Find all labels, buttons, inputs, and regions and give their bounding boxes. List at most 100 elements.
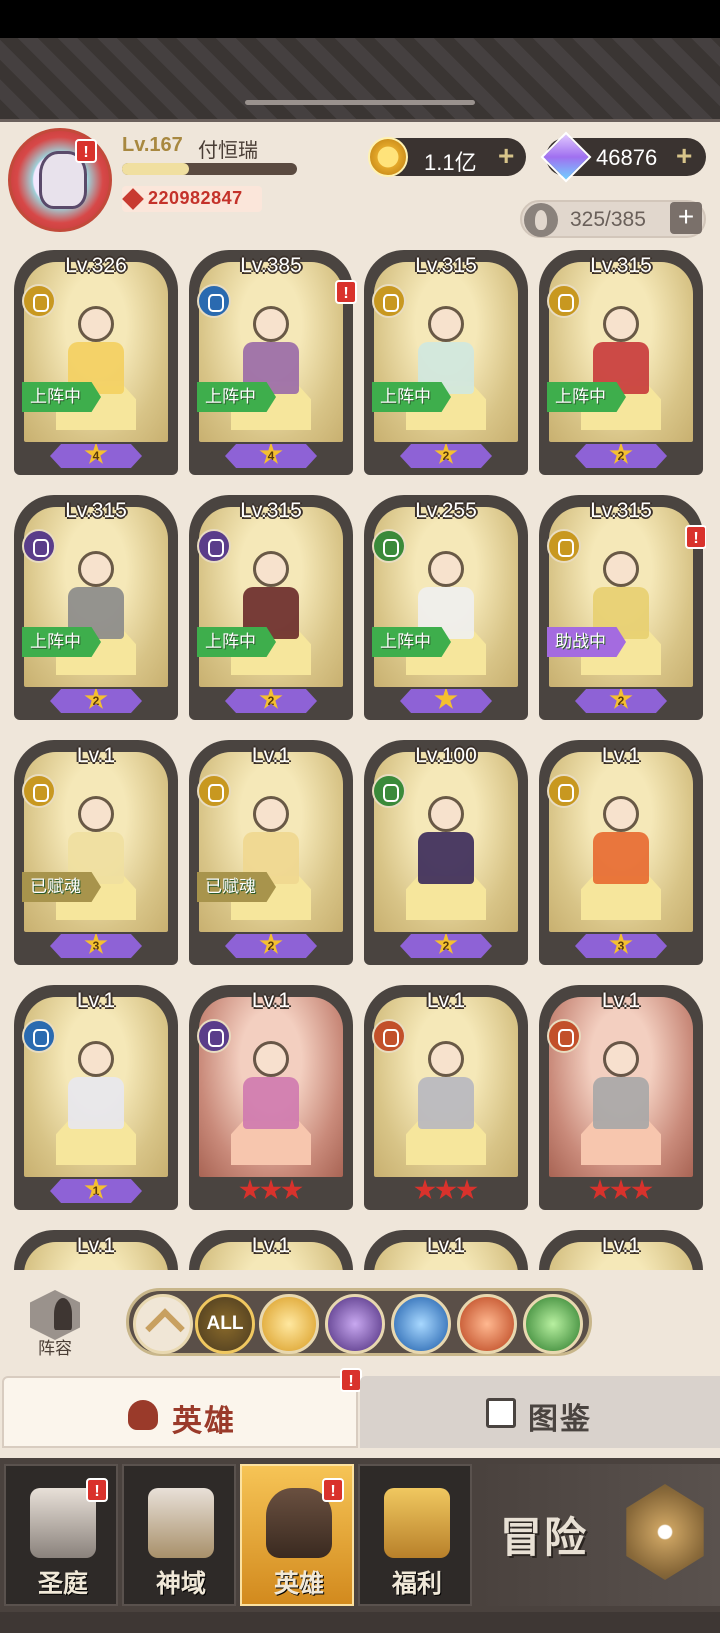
hero-stars: 2 <box>50 689 142 713</box>
hero-level: Lv.315 <box>65 499 127 522</box>
filter-light-icon[interactable] <box>259 1294 319 1354</box>
star-icon: 3 <box>84 934 108 954</box>
diamond-plus-button[interactable]: + <box>676 140 692 172</box>
hero-card[interactable]: Lv.1 <box>539 1230 703 1270</box>
star-icon <box>456 1179 478 1200</box>
hero-level: Lv.1 <box>76 1234 116 1257</box>
lineup-button[interactable]: 阵容 <box>22 1290 88 1358</box>
nav-adventure[interactable]: 冒险 <box>478 1464 720 1606</box>
top-banner <box>0 38 720 122</box>
faction-filter-bar: ALL <box>126 1288 592 1356</box>
hero-level: Lv.100 <box>415 744 477 767</box>
player-name: 付恒瑞 <box>198 140 258 162</box>
expand-slots-button[interactable]: + <box>670 202 702 234</box>
hero-card[interactable]: Lv.1 <box>364 1230 528 1270</box>
star-icon: 2 <box>259 934 283 954</box>
tab-codex[interactable]: 图鉴 <box>360 1376 720 1448</box>
hero-level: Lv.1 <box>76 744 116 767</box>
hero-stars: 2 <box>225 934 317 958</box>
hero-status-badge: 上阵中 <box>197 627 276 657</box>
star-icon: 3 <box>609 934 633 954</box>
faction-light-icon <box>22 284 56 318</box>
gold-value: 1.1亿 <box>424 150 477 175</box>
drag-handle[interactable] <box>245 100 475 105</box>
player-avatar[interactable]: ! <box>8 128 112 232</box>
alert-icon: ! <box>322 1478 344 1502</box>
hero-card[interactable]: Lv.100 2 <box>364 740 528 965</box>
filter-dark-icon[interactable] <box>325 1294 385 1354</box>
system-home-bar <box>0 1612 720 1633</box>
star-icon <box>281 1179 303 1200</box>
exp-bar <box>122 163 297 175</box>
hero-card[interactable]: Lv.1 <box>14 1230 178 1270</box>
filter-nature-icon[interactable] <box>523 1294 583 1354</box>
hero-card[interactable]: Lv.326 上阵中 4 <box>14 250 178 475</box>
alert-icon: ! <box>335 280 357 304</box>
hero-stars: 1 <box>50 1179 142 1203</box>
hero-helmet-icon <box>128 1400 158 1430</box>
alert-icon: ! <box>340 1368 362 1392</box>
codex-star-icon <box>486 1398 516 1428</box>
hero-card[interactable]: Lv.1 <box>539 985 703 1210</box>
hero-level: Lv.1 <box>251 1234 291 1257</box>
sort-up-icon[interactable] <box>133 1294 193 1354</box>
faction-fire-icon <box>372 1019 406 1053</box>
hero-level: Lv.315 <box>590 254 652 277</box>
nav-heroes[interactable]: 英雄 ! <box>240 1464 354 1606</box>
hero-level: Lv.1 <box>251 744 291 767</box>
hero-level: Lv.1 <box>601 744 641 767</box>
alert-icon: ! <box>75 139 97 163</box>
hero-card[interactable]: Lv.315 上阵中 2 <box>189 495 353 720</box>
hero-stars: 2 <box>400 934 492 958</box>
hero-card[interactable]: Lv.1 <box>189 1230 353 1270</box>
hero-status-badge: 上阵中 <box>22 627 101 657</box>
tab-heroes-label: 英雄 <box>172 1405 236 1438</box>
hero-status-badge: 上阵中 <box>197 382 276 412</box>
power-value: 220982847 <box>148 188 243 208</box>
faction-water-icon <box>22 1019 56 1053</box>
hero-card[interactable]: Lv.1 已赋魂 2 <box>189 740 353 965</box>
hero-sprite <box>56 1041 136 1133</box>
hero-slot-value: 325/385 <box>570 208 646 231</box>
hero-card[interactable]: Lv.1 3 <box>539 740 703 965</box>
nav-divine[interactable]: 神域 <box>122 1464 236 1606</box>
shrine-icon <box>148 1488 214 1558</box>
hero-card[interactable]: Lv.315 上阵中 2 <box>539 250 703 475</box>
faction-light-icon <box>547 529 581 563</box>
star-icon <box>589 1179 611 1200</box>
nav-court[interactable]: 圣庭 ! <box>4 1464 118 1606</box>
hero-card[interactable]: Lv.1 已赋魂 3 <box>14 740 178 965</box>
nav-welfare[interactable]: 福利 <box>358 1464 472 1606</box>
hero-card[interactable]: Lv.315 上阵中 2 <box>14 495 178 720</box>
filter-fire-icon[interactable] <box>457 1294 517 1354</box>
hero-level: Lv.385 <box>240 254 302 277</box>
faction-dark-icon <box>197 1019 231 1053</box>
hero-slot-icon <box>524 203 558 237</box>
filter-all-button[interactable]: ALL <box>195 1294 255 1354</box>
tab-heroes[interactable]: 英雄 ! <box>2 1368 362 1448</box>
hero-card[interactable]: Lv.1 <box>189 985 353 1210</box>
hero-card[interactable]: Lv.1 <box>364 985 528 1210</box>
hero-level: Lv.326 <box>65 254 127 277</box>
hero-stars <box>225 1179 317 1203</box>
hero-card[interactable]: Lv.315 上阵中 2 <box>364 250 528 475</box>
star-icon: 4 <box>259 444 283 464</box>
alert-icon: ! <box>685 525 706 549</box>
filter-water-icon[interactable] <box>391 1294 451 1354</box>
gold-plus-button[interactable]: + <box>498 140 514 172</box>
hero-level: Lv.1 <box>426 989 466 1012</box>
hero-stars: 4 <box>50 444 142 468</box>
lineup-label: 阵容 <box>38 1339 72 1358</box>
hero-status-badge: 上阵中 <box>547 382 626 412</box>
faction-water-icon <box>197 284 231 318</box>
hero-card[interactable]: Lv.1 1 <box>14 985 178 1210</box>
hero-card[interactable]: Lv.315 助战中 2! <box>539 495 706 720</box>
hero-card[interactable]: Lv.385 上阵中 4! <box>189 250 357 475</box>
faction-light-icon <box>547 774 581 808</box>
lineup-icon <box>30 1290 80 1340</box>
hero-stars <box>400 1179 492 1203</box>
hero-stars: 2 <box>400 444 492 468</box>
hero-card[interactable]: Lv.255 上阵中 <box>364 495 528 720</box>
hero-sprite <box>406 796 486 888</box>
star-icon <box>260 1179 282 1200</box>
